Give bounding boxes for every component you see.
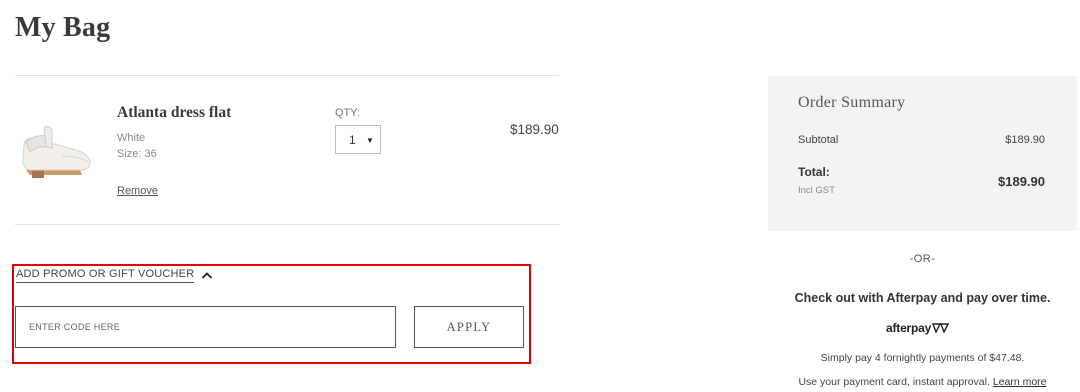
afterpay-headline: Check out with Afterpay and pay over tim… bbox=[794, 291, 1051, 305]
product-color: White bbox=[117, 132, 146, 144]
summary-title: Order Summary bbox=[798, 94, 906, 111]
shoe-image[interactable] bbox=[18, 112, 98, 184]
caret-down-icon: ▼ bbox=[366, 136, 374, 145]
page-title: My Bag bbox=[15, 12, 111, 43]
learn-more-link[interactable]: Learn more bbox=[993, 376, 1047, 388]
afterpay-approval: Use your payment card, instant approval.… bbox=[768, 376, 1077, 388]
remove-button[interactable]: Remove bbox=[117, 185, 158, 197]
total-note: Incl GST bbox=[798, 185, 835, 196]
afterpay-logo-text: afterpay bbox=[886, 321, 932, 335]
quantity-value: 1 bbox=[349, 132, 356, 147]
qty-label: QTY: bbox=[335, 107, 361, 119]
or-divider: -OR- bbox=[909, 253, 936, 265]
divider bbox=[15, 75, 559, 76]
afterpay-installments: Simply pay 4 fornightly payments of $47.… bbox=[820, 352, 1025, 364]
total-value: $189.90 bbox=[998, 174, 1045, 189]
promo-toggle-label: ADD PROMO OR GIFT VOUCHER bbox=[16, 268, 195, 283]
item-price: $189.90 bbox=[510, 122, 559, 137]
afterpay-logo: afterpay bbox=[886, 321, 950, 335]
subtotal-value: $189.90 bbox=[1005, 134, 1045, 146]
product-name[interactable]: Atlanta dress flat bbox=[117, 104, 231, 122]
product-size: Size: 36 bbox=[117, 148, 157, 160]
promo-code-input[interactable] bbox=[15, 306, 396, 348]
chevron-up-icon bbox=[202, 272, 213, 279]
afterpay-arrows-icon bbox=[932, 323, 950, 333]
apply-button[interactable]: APPLY bbox=[414, 306, 524, 348]
order-summary-panel: Order Summary Subtotal $189.90 Total: In… bbox=[768, 76, 1077, 231]
quantity-select[interactable]: 1 ▼ bbox=[335, 125, 381, 154]
afterpay-approval-text: Use your payment card, instant approval. bbox=[798, 376, 990, 388]
subtotal-label: Subtotal bbox=[798, 134, 839, 146]
promo-toggle[interactable]: ADD PROMO OR GIFT VOUCHER bbox=[16, 268, 213, 286]
divider bbox=[15, 224, 559, 225]
total-label: Total: bbox=[798, 165, 830, 179]
